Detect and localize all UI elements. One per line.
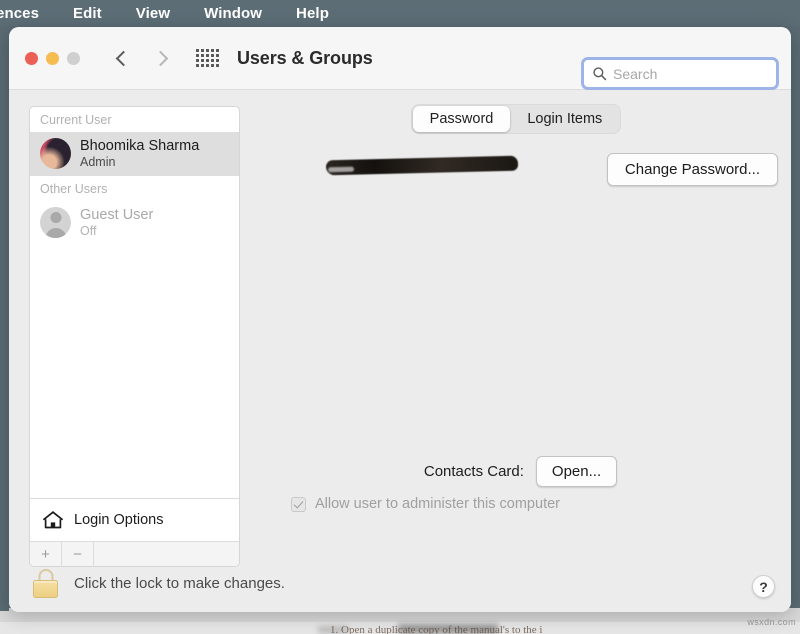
traffic-light-buttons xyxy=(25,52,80,65)
users-list: Current User Bhoomika Sharma Admin Other… xyxy=(30,107,239,498)
window-body: Password Login Items Current User Bhoomi… xyxy=(9,90,791,612)
tab-group: Password Login Items xyxy=(411,104,622,134)
allow-administer-checkbox[interactable] xyxy=(291,497,306,512)
tab-password[interactable]: Password xyxy=(413,106,511,132)
users-sidebar: Current User Bhoomika Sharma Admin Other… xyxy=(29,106,240,567)
lock-bar: Click the lock to make changes. ? xyxy=(9,554,791,612)
background-page-text: 1. Open a duplicate copy of the manual's… xyxy=(330,624,800,634)
search-icon xyxy=(592,66,607,81)
user-name: Guest User xyxy=(80,207,153,224)
sidebar-item-guest-user[interactable]: Guest User Off xyxy=(30,201,239,245)
grid-dots-icon[interactable] xyxy=(196,49,219,67)
password-panel: Change Password... Contacts Card: Open..… xyxy=(250,138,791,567)
user-status: Off xyxy=(80,224,153,239)
allow-administer-label: Allow user to administer this computer xyxy=(315,496,560,512)
menu-view[interactable]: View xyxy=(136,5,170,22)
lock-closed-icon[interactable] xyxy=(33,569,58,598)
window-titlebar: Users & Groups xyxy=(9,27,791,90)
login-options-label: Login Options xyxy=(74,512,163,528)
tab-bar: Password Login Items xyxy=(255,104,777,134)
user-photo-avatar xyxy=(40,138,71,169)
admin-checkbox-row[interactable]: Allow user to administer this computer xyxy=(291,496,560,512)
close-window-button[interactable] xyxy=(25,52,38,65)
zoom-window-button[interactable] xyxy=(67,52,80,65)
menu-system-preferences[interactable]: ences xyxy=(0,5,39,22)
help-button[interactable]: ? xyxy=(752,575,775,598)
search-input[interactable] xyxy=(613,66,768,82)
group-header-other-users: Other Users xyxy=(30,176,239,201)
change-password-button[interactable]: Change Password... xyxy=(607,153,778,186)
menu-bar: ences Edit View Window Help xyxy=(0,0,800,26)
guest-person-icon xyxy=(40,207,71,238)
group-header-current-user: Current User xyxy=(30,107,239,132)
page-title: Users & Groups xyxy=(237,48,373,69)
chevron-right-icon[interactable] xyxy=(153,50,169,66)
chevron-left-icon[interactable] xyxy=(116,50,132,66)
watermark: wsxdn.com xyxy=(747,617,796,627)
user-role: Admin xyxy=(80,155,199,170)
contacts-card-label: Contacts Card: xyxy=(424,463,524,480)
home-icon xyxy=(42,510,64,530)
desktop-left-strip xyxy=(0,26,9,611)
users-and-groups-window: Users & Groups Password Login Items Curr… xyxy=(9,27,791,612)
open-contacts-card-button[interactable]: Open... xyxy=(536,456,617,487)
contacts-card-row: Contacts Card: Open... xyxy=(250,456,791,487)
redacted-full-name-field xyxy=(326,156,518,176)
search-field[interactable] xyxy=(581,57,779,90)
menu-help[interactable]: Help xyxy=(296,5,329,22)
menu-window[interactable]: Window xyxy=(204,5,262,22)
tab-login-items[interactable]: Login Items xyxy=(510,106,619,132)
user-text: Guest User Off xyxy=(80,207,153,239)
minimize-window-button[interactable] xyxy=(46,52,59,65)
user-text: Bhoomika Sharma Admin xyxy=(80,138,199,170)
user-name: Bhoomika Sharma xyxy=(80,138,199,155)
menu-edit[interactable]: Edit xyxy=(73,5,102,22)
lock-hint-text: Click the lock to make changes. xyxy=(74,575,285,592)
navigation-arrows xyxy=(118,53,166,64)
sidebar-item-login-options[interactable]: Login Options xyxy=(30,498,239,541)
sidebar-item-bhoomika-sharma[interactable]: Bhoomika Sharma Admin xyxy=(30,132,239,176)
